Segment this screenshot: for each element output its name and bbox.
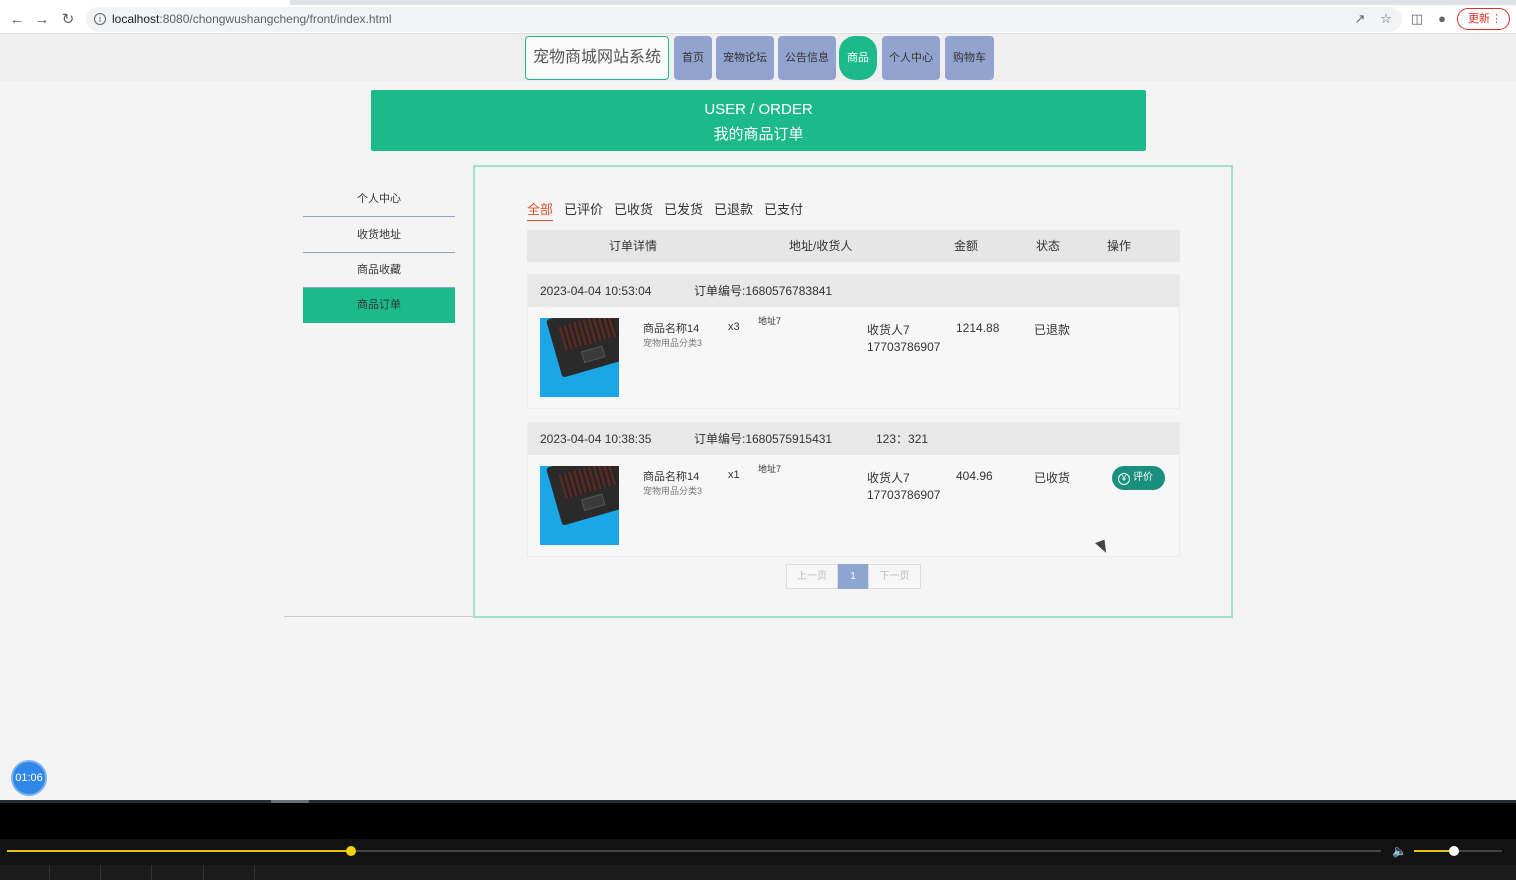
order-number: 订单编号:1680576783841 bbox=[694, 284, 833, 298]
nav-cart[interactable]: 购物车 bbox=[945, 36, 994, 80]
sidebar-item-favorites[interactable]: 商品收藏 bbox=[303, 253, 455, 288]
yen-icon: ¥ bbox=[1118, 473, 1130, 485]
main-area: USER / ORDER 我的商品订单 个人中心 收货地址 商品收藏 商品订单 … bbox=[0, 81, 1516, 800]
order-note: 123：321 bbox=[876, 432, 929, 446]
forward-icon[interactable]: → bbox=[32, 10, 52, 30]
progress-fill bbox=[7, 850, 351, 852]
column-detail: 订单详情 bbox=[609, 239, 658, 253]
nav-forum[interactable]: 宠物论坛 bbox=[716, 36, 774, 80]
volume-knob[interactable] bbox=[1448, 846, 1459, 856]
video-player-bar: 🔈 bbox=[0, 800, 1516, 880]
update-label: 更新 bbox=[1468, 13, 1490, 25]
tab-reviewed[interactable]: 已评价 bbox=[564, 199, 603, 218]
order-header: 2023-04-04 10:38:35 订单编号:1680575915431 1… bbox=[528, 423, 1179, 455]
update-button[interactable]: 更新 ⋮ bbox=[1457, 8, 1510, 30]
address-bar[interactable]: i localhost:8080/chongwushangcheng/front… bbox=[86, 7, 1402, 32]
order-address: 地址7 bbox=[758, 464, 782, 474]
order-card: 2023-04-04 10:38:35 订单编号:1680575915431 1… bbox=[527, 422, 1180, 557]
url-text[interactable]: localhost:8080/chongwushangcheng/front/i… bbox=[112, 12, 392, 26]
tab-shipped[interactable]: 已发货 bbox=[664, 199, 703, 218]
sidebar-item-address[interactable]: 收货地址 bbox=[303, 218, 455, 253]
product-image[interactable] bbox=[540, 318, 619, 397]
volume-icon[interactable]: 🔈 bbox=[1392, 844, 1407, 858]
column-amount: 金额 bbox=[954, 239, 979, 253]
nav-user-center[interactable]: 个人中心 bbox=[882, 36, 940, 80]
product-name[interactable]: 商品名称14 bbox=[643, 320, 699, 336]
order-status: 已退款 bbox=[1034, 323, 1071, 337]
order-phone: 17703786907 bbox=[867, 340, 941, 354]
nav-products[interactable]: 商品 bbox=[839, 36, 877, 80]
star-icon[interactable]: ☆ bbox=[1378, 11, 1394, 27]
tab-received[interactable]: 已收货 bbox=[614, 199, 653, 218]
order-address: 地址7 bbox=[758, 316, 782, 326]
sidebar-icon[interactable]: ◫ bbox=[1409, 11, 1425, 27]
url-host: localhost bbox=[112, 12, 160, 26]
more-icon[interactable]: ⋮ bbox=[1491, 9, 1502, 29]
column-status: 状态 bbox=[1036, 239, 1061, 253]
order-number: 订单编号:1680575915431 bbox=[694, 432, 833, 446]
tab-all[interactable]: 全部 bbox=[527, 199, 554, 221]
order-receiver: 收货人7 bbox=[867, 471, 910, 485]
prev-page-button[interactable]: 上一页 bbox=[786, 564, 838, 589]
progress-knob[interactable] bbox=[345, 846, 356, 856]
orders-panel: 全部 已评价 已收货 已发货 已退款 已支付 订单详情 地址/收货人 金额 状态… bbox=[473, 165, 1233, 618]
order-time: 2023-04-04 10:38:35 bbox=[540, 432, 652, 446]
banner-title-cn: 我的商品订单 bbox=[713, 126, 804, 143]
order-card: 2023-04-04 10:53:04 订单编号:1680576783841 商… bbox=[527, 274, 1180, 409]
tab-paid[interactable]: 已支付 bbox=[764, 199, 803, 218]
order-header: 2023-04-04 10:53:04 订单编号:1680576783841 bbox=[528, 275, 1179, 307]
reload-icon[interactable]: ↻ bbox=[58, 10, 78, 30]
product-category: 宠物用品分类3 bbox=[643, 338, 703, 348]
profile-icon[interactable]: ● bbox=[1434, 11, 1450, 27]
share-icon[interactable]: ↗ bbox=[1352, 11, 1368, 27]
site-header: 宠物商城网站系统 首页 宠物论坛 公告信息 商品 个人中心 购物车 bbox=[0, 34, 1516, 81]
rate-label: 评价 bbox=[1133, 472, 1153, 483]
product-quantity: x3 bbox=[728, 321, 740, 333]
next-page-button[interactable]: 下一页 bbox=[868, 564, 921, 589]
rate-button[interactable]: ¥ 评价 bbox=[1112, 466, 1165, 490]
banner-title-en: USER / ORDER bbox=[704, 101, 813, 118]
column-address: 地址/收货人 bbox=[789, 239, 853, 253]
nav-home[interactable]: 首页 bbox=[674, 36, 712, 80]
order-time: 2023-04-04 10:53:04 bbox=[540, 284, 652, 298]
product-name[interactable]: 商品名称14 bbox=[643, 468, 699, 484]
site-logo[interactable]: 宠物商城网站系统 bbox=[525, 36, 669, 80]
player-divider bbox=[0, 800, 1516, 803]
recording-timer[interactable]: 01:06 bbox=[11, 760, 47, 796]
user-sidebar: 个人中心 收货地址 商品收藏 商品订单 bbox=[284, 165, 474, 617]
product-image[interactable] bbox=[540, 466, 619, 545]
order-phone: 17703786907 bbox=[867, 488, 941, 502]
page-banner: USER / ORDER 我的商品订单 bbox=[371, 90, 1146, 151]
player-control-strip bbox=[0, 839, 1516, 865]
browser-toolbar: ← → ↻ i localhost:8080/chongwushangcheng… bbox=[0, 5, 1516, 34]
progress-track[interactable] bbox=[7, 846, 1381, 856]
volume-track[interactable] bbox=[1414, 846, 1502, 856]
back-icon[interactable]: ← bbox=[7, 10, 27, 30]
product-quantity: x1 bbox=[728, 469, 740, 481]
tab-refunded[interactable]: 已退款 bbox=[714, 199, 753, 218]
product-category: 宠物用品分类3 bbox=[643, 486, 703, 496]
order-amount: 1214.88 bbox=[956, 321, 1000, 335]
player-bottom-bar bbox=[0, 865, 1516, 880]
info-icon[interactable]: i bbox=[94, 13, 106, 25]
sidebar-item-user-center[interactable]: 个人中心 bbox=[303, 182, 455, 217]
page-number-button[interactable]: 1 bbox=[838, 564, 868, 589]
nav-notice[interactable]: 公告信息 bbox=[778, 36, 836, 80]
url-path: :8080/chongwushangcheng/front/index.html bbox=[159, 12, 392, 26]
volume-fill bbox=[1414, 850, 1454, 852]
column-action: 操作 bbox=[1107, 239, 1132, 253]
order-receiver: 收货人7 bbox=[867, 323, 910, 337]
order-status: 已收货 bbox=[1034, 471, 1071, 485]
sidebar-item-orders[interactable]: 商品订单 bbox=[303, 288, 455, 323]
orders-table-header: 订单详情 地址/收货人 金额 状态 操作 bbox=[527, 230, 1180, 262]
order-amount: 404.96 bbox=[956, 469, 993, 483]
